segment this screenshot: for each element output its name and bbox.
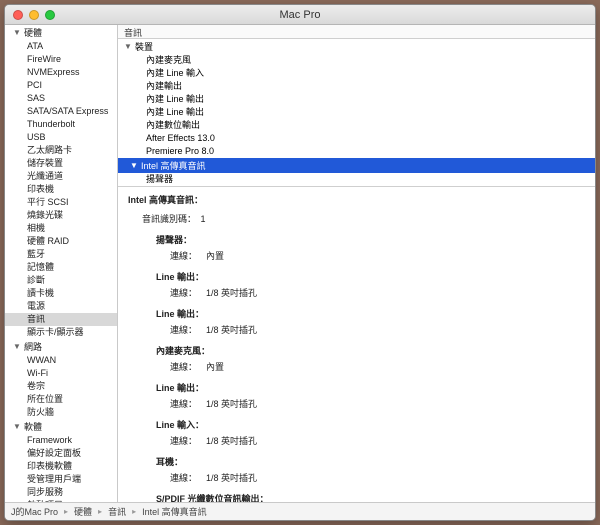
sidebar-item[interactable]: 乙太網路卡 <box>5 144 117 157</box>
sidebar-item[interactable]: 藍牙 <box>5 248 117 261</box>
device-group-selected[interactable]: ▼Intel 高傳真音訊 <box>118 158 595 173</box>
sidebar-item[interactable]: 受管理用戶端 <box>5 473 117 486</box>
close-icon[interactable] <box>13 10 23 20</box>
detail-group-title: 揚聲器： <box>156 233 585 246</box>
sidebar-item[interactable]: Thunderbolt <box>5 118 117 131</box>
detail-kv-row: 連線： 1/8 英吋插孔 <box>170 471 585 484</box>
minimize-icon[interactable] <box>29 10 39 20</box>
detail-group-title: Line 輸出： <box>156 307 585 320</box>
detail-kv-row: 連線： 1/8 英吋插孔 <box>170 397 585 410</box>
sidebar-section-label: 軟體 <box>24 420 42 433</box>
sidebar-item[interactable]: 硬體 RAID <box>5 235 117 248</box>
detail-group-title: S/PDIF 光纖數位音訊輸出： <box>156 492 585 502</box>
sidebar-item[interactable]: Wi-Fi <box>5 367 117 380</box>
disclosure-triangle-icon[interactable]: ▼ <box>13 342 21 351</box>
sidebar-item[interactable]: 顯示卡/顯示器 <box>5 326 117 339</box>
sidebar-item[interactable]: 燒錄光碟 <box>5 209 117 222</box>
chevron-right-icon: ▸ <box>98 507 102 516</box>
chevron-right-icon: ▸ <box>132 507 136 516</box>
sidebar-item[interactable]: 所在位置 <box>5 393 117 406</box>
device-row[interactable]: 內建麥克風 <box>118 54 595 67</box>
sidebar-item[interactable]: 音訊 <box>5 313 117 326</box>
device-group-label: Intel 高傳真音訊 <box>141 159 206 172</box>
device-row[interactable]: 內建 Line 輸出 <box>118 106 595 119</box>
device-row[interactable]: 內建數位輸出 <box>118 119 595 132</box>
sidebar-item[interactable]: 印表機軟體 <box>5 460 117 473</box>
sidebar-item[interactable]: 讀卡機 <box>5 287 117 300</box>
detail-kv-row: 連線： 內置 <box>170 360 585 373</box>
sidebar-item[interactable]: 偏好設定面板 <box>5 447 117 460</box>
chevron-right-icon: ▸ <box>64 507 68 516</box>
devices-group-label: 裝置 <box>135 40 153 53</box>
detail-title: Intel 高傳真音訊： <box>128 193 585 206</box>
detail-group-title: 耳機： <box>156 455 585 468</box>
sidebar-item[interactable]: PCI <box>5 79 117 92</box>
device-row[interactable]: 內建輸出 <box>118 80 595 93</box>
disclosure-triangle-icon[interactable]: ▼ <box>130 161 138 170</box>
sidebar-item[interactable]: 記憶體 <box>5 261 117 274</box>
detail-id-row: 音訊識別碼： 1 <box>142 212 585 225</box>
sidebar-section-header[interactable]: ▼硬體 <box>13 26 117 39</box>
sidebar-item[interactable]: Framework <box>5 434 117 447</box>
disclosure-triangle-icon[interactable]: ▼ <box>124 42 132 51</box>
sidebar-item[interactable]: 印表機 <box>5 183 117 196</box>
devices-column-header[interactable]: 音訊 <box>118 25 595 39</box>
detail-group-title: 內建麥克風： <box>156 344 585 357</box>
main-panel: 音訊 ▼裝置內建麥克風內建 Line 輸入內建輸出內建 Line 輸出內建 Li… <box>118 25 595 502</box>
sidebar-item[interactable]: WWAN <box>5 354 117 367</box>
detail-kv-row: 連線： 1/8 英吋插孔 <box>170 323 585 336</box>
detail-panel[interactable]: Intel 高傳真音訊： 音訊識別碼： 1 揚聲器： 連線： 內置 Line 輸出： 連線… <box>118 187 595 502</box>
device-row[interactable]: Premiere Pro 8.0 <box>118 145 595 158</box>
device-row[interactable]: After Effects 13.0 <box>118 132 595 145</box>
sidebar[interactable]: ▼硬體ATAFireWireNVMExpressPCISASSATA/SATA … <box>5 25 118 502</box>
breadcrumb-item[interactable]: Intel 高傳真音訊 <box>142 505 207 518</box>
sidebar-item[interactable]: 防火牆 <box>5 406 117 419</box>
detail-kv-row: 連線： 內置 <box>170 249 585 262</box>
sidebar-section-header[interactable]: ▼軟體 <box>13 420 117 433</box>
breadcrumb-item[interactable]: 音訊 <box>108 505 126 518</box>
disclosure-triangle-icon[interactable]: ▼ <box>13 422 21 431</box>
sidebar-item[interactable]: 平行 SCSI <box>5 196 117 209</box>
sidebar-item[interactable]: 電源 <box>5 300 117 313</box>
breadcrumb-item[interactable]: 硬體 <box>74 505 92 518</box>
detail-group-title: Line 輸入： <box>156 418 585 431</box>
path-bar[interactable]: J的Mac Pro ▸ 硬體 ▸ 音訊 ▸ Intel 高傳真音訊 <box>5 502 595 520</box>
sidebar-section-header[interactable]: ▼網路 <box>13 340 117 353</box>
device-row[interactable]: 揚聲器 <box>118 173 595 186</box>
sidebar-item[interactable]: ATA <box>5 40 117 53</box>
sidebar-section-label: 網路 <box>24 340 42 353</box>
sidebar-item[interactable]: 診斷 <box>5 274 117 287</box>
sidebar-item[interactable]: NVMExpress <box>5 66 117 79</box>
breadcrumb-item[interactable]: J的Mac Pro <box>11 505 58 518</box>
sidebar-item[interactable]: 卷宗 <box>5 380 117 393</box>
detail-group-title: Line 輸出： <box>156 270 585 283</box>
titlebar[interactable]: Mac Pro <box>5 5 595 25</box>
window: Mac Pro ▼硬體ATAFireWireNVMExpressPCISASSA… <box>4 4 596 521</box>
sidebar-item[interactable]: 光纖通道 <box>5 170 117 183</box>
sidebar-item[interactable]: SATA/SATA Express <box>5 105 117 118</box>
window-title: Mac Pro <box>5 9 595 21</box>
disclosure-triangle-icon[interactable]: ▼ <box>13 28 21 37</box>
traffic-lights <box>13 10 55 20</box>
sidebar-item[interactable]: 儲存裝置 <box>5 157 117 170</box>
detail-group-title: Line 輸出： <box>156 381 585 394</box>
device-row[interactable]: 內建 Line 輸入 <box>118 67 595 80</box>
sidebar-item[interactable]: SAS <box>5 92 117 105</box>
sidebar-item[interactable]: 同步服務 <box>5 486 117 499</box>
detail-kv-row: 連線： 1/8 英吋插孔 <box>170 286 585 299</box>
detail-kv-row: 連線： 1/8 英吋插孔 <box>170 434 585 447</box>
sidebar-item[interactable]: USB <box>5 131 117 144</box>
device-row[interactable]: 內建 Line 輸出 <box>118 93 595 106</box>
zoom-icon[interactable] <box>45 10 55 20</box>
devices-list[interactable]: ▼裝置內建麥克風內建 Line 輸入內建輸出內建 Line 輸出內建 Line … <box>118 39 595 187</box>
sidebar-item[interactable]: FireWire <box>5 53 117 66</box>
sidebar-item[interactable]: 相機 <box>5 222 117 235</box>
sidebar-section-label: 硬體 <box>24 26 42 39</box>
